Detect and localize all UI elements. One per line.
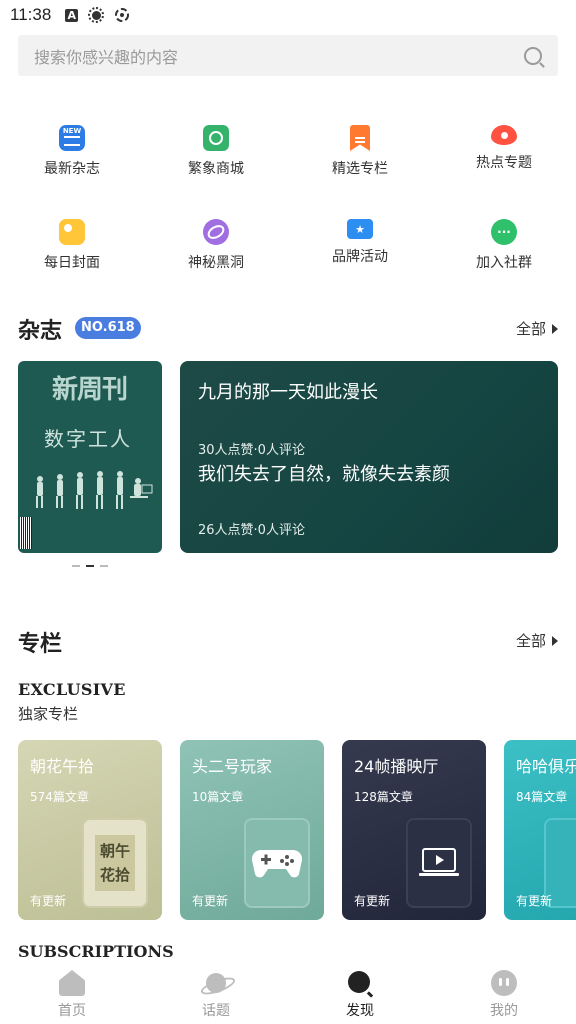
grid-item-mall[interactable]: 繁象商城 bbox=[144, 118, 288, 178]
article-title[interactable]: 我们失去了自然，就像失去素颜 bbox=[198, 460, 450, 486]
nav-discover[interactable]: 发现 bbox=[288, 962, 432, 1024]
column-title: 头二号玩家 bbox=[192, 757, 273, 776]
grid-item-black-hole[interactable]: 神秘黑洞 bbox=[144, 212, 288, 272]
column-update: 有更新 bbox=[192, 894, 229, 908]
eye-icon bbox=[491, 125, 517, 145]
column-count: 10篇文章 bbox=[192, 790, 244, 804]
status-time: 11:38 bbox=[10, 5, 52, 24]
magazine-articles-card[interactable]: 九月的那一天如此漫长 30人点赞·0人评论 我们失去了自然，就像失去素颜 26人… bbox=[180, 361, 558, 553]
carousel-dot bbox=[100, 565, 108, 567]
column-title: 24帧播映厅 bbox=[354, 757, 439, 776]
column-art bbox=[406, 818, 472, 908]
magazine-section-title: 杂志 bbox=[18, 319, 63, 344]
gamepad-icon bbox=[251, 849, 303, 878]
carousel-indicator bbox=[72, 565, 108, 567]
all-link-label: 全部 bbox=[515, 632, 546, 650]
column-title: 朝花午拾 bbox=[30, 757, 95, 776]
spiral-icon bbox=[114, 7, 130, 23]
article-meta: 30人点赞·0人评论 bbox=[198, 443, 305, 458]
column-card[interactable]: 朝花午拾 574篇文章 朝午花拾 有更新 bbox=[18, 740, 162, 920]
search-icon[interactable] bbox=[524, 46, 542, 65]
chevron-right-icon bbox=[552, 323, 558, 334]
column-art-text: 朝午花拾 bbox=[95, 835, 135, 891]
issue-badge: NO.618 bbox=[75, 317, 141, 339]
home-icon bbox=[59, 970, 85, 996]
grid-item-hot-topics[interactable]: 热点专题 bbox=[432, 118, 576, 178]
column-card[interactable]: 24帧播映厅 128篇文章 有更新 bbox=[342, 740, 486, 920]
nav-label: 首页 bbox=[58, 1003, 86, 1019]
exclusive-subheading: 独家专栏 bbox=[18, 705, 79, 723]
planet-icon bbox=[203, 970, 229, 996]
nav-home[interactable]: 首页 bbox=[0, 962, 144, 1024]
column-art: 朝午花拾 bbox=[82, 818, 148, 908]
column-count: 84篇文章 bbox=[516, 790, 568, 804]
grid-item-label: 每日封面 bbox=[44, 255, 100, 271]
evolution-figures-illustration bbox=[36, 471, 153, 509]
column-card[interactable]: 头二号玩家 10篇文章 有更新 bbox=[180, 740, 324, 920]
column-count: 128篇文章 bbox=[354, 790, 413, 804]
grid-item-brand-events[interactable]: 品牌活动 bbox=[288, 212, 432, 272]
status-bar: 11:38 A bbox=[0, 0, 576, 30]
nav-label: 发现 bbox=[346, 1003, 374, 1019]
all-link-label: 全部 bbox=[515, 320, 546, 338]
nav-topics[interactable]: 话题 bbox=[144, 962, 288, 1024]
column-update: 有更新 bbox=[30, 894, 67, 908]
column-card[interactable]: 哈哈俱乐 84篇文章 有更新 bbox=[504, 740, 576, 920]
column-update: 有更新 bbox=[516, 894, 553, 908]
picture-icon bbox=[59, 219, 85, 245]
magazine-name: 新周刊 bbox=[52, 375, 128, 405]
column-art bbox=[244, 818, 310, 908]
carousel-dot bbox=[72, 565, 80, 567]
bookmark-icon bbox=[350, 125, 370, 151]
shopping-bag-icon bbox=[203, 125, 229, 151]
bottom-navigation: 首页 话题 发现 我的 bbox=[0, 962, 576, 1024]
columns-section-title: 专栏 bbox=[18, 632, 63, 657]
ticket-icon bbox=[347, 219, 373, 239]
column-title: 哈哈俱乐 bbox=[516, 757, 576, 776]
grid-item-label: 品牌活动 bbox=[332, 249, 388, 265]
grid-item-label: 最新杂志 bbox=[44, 161, 100, 177]
black-hole-icon bbox=[203, 219, 229, 245]
search-input[interactable]: 搜索你感兴趣的内容 bbox=[34, 44, 524, 68]
new-magazine-icon bbox=[59, 125, 85, 151]
magazine-topic: 数字工人 bbox=[44, 427, 132, 451]
grid-item-label: 精选专栏 bbox=[332, 161, 388, 177]
article-meta: 26人点赞·0人评论 bbox=[198, 523, 305, 538]
nav-label: 我的 bbox=[490, 1003, 518, 1019]
quick-entry-grid: 最新杂志 繁象商城 精选专栏 热点专题 每日封面 神秘黑洞 品牌活动 加入社群 bbox=[0, 118, 576, 272]
grid-item-join-community[interactable]: 加入社群 bbox=[432, 212, 576, 272]
subscriptions-heading: SUBSCRIPTIONS bbox=[18, 942, 174, 961]
chevron-right-icon bbox=[552, 635, 558, 646]
font-a-icon: A bbox=[65, 8, 79, 22]
magazine-all-link[interactable]: 全部 bbox=[516, 318, 558, 339]
grid-item-label: 加入社群 bbox=[476, 255, 532, 271]
discover-icon bbox=[347, 970, 373, 996]
carousel-dot-active bbox=[86, 565, 94, 567]
exclusive-heading: EXCLUSIVE bbox=[18, 680, 126, 699]
grid-item-daily-cover[interactable]: 每日封面 bbox=[0, 212, 144, 272]
chat-icon bbox=[491, 219, 517, 245]
grid-item-label: 热点专题 bbox=[476, 155, 532, 171]
article-title[interactable]: 九月的那一天如此漫长 bbox=[198, 378, 378, 404]
column-count: 574篇文章 bbox=[30, 790, 89, 804]
search-bar[interactable]: 搜索你感兴趣的内容 bbox=[18, 35, 558, 76]
nav-profile[interactable]: 我的 bbox=[432, 962, 576, 1024]
grid-item-label: 繁象商城 bbox=[188, 161, 244, 177]
sun-icon bbox=[88, 7, 105, 23]
nav-label: 话题 bbox=[202, 1003, 230, 1019]
profile-icon bbox=[491, 970, 517, 996]
grid-item-label: 神秘黑洞 bbox=[188, 255, 244, 271]
grid-item-latest-magazine[interactable]: 最新杂志 bbox=[0, 118, 144, 178]
monitor-play-icon bbox=[419, 848, 459, 876]
columns-all-link[interactable]: 全部 bbox=[516, 630, 558, 651]
column-update: 有更新 bbox=[354, 894, 391, 908]
magazine-cover[interactable]: 新周刊 数字工人 bbox=[18, 361, 162, 553]
grid-item-featured-columns[interactable]: 精选专栏 bbox=[288, 118, 432, 178]
barcode bbox=[20, 517, 32, 549]
